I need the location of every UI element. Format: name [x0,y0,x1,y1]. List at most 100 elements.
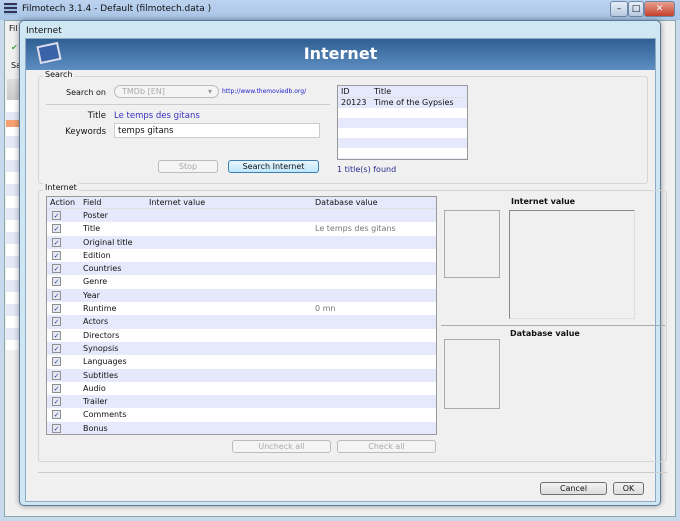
field-row[interactable]: ✓ Runtime 0 mn [47,302,436,315]
field-name: Original title [83,237,133,247]
field-row[interactable]: ✓ Comments [47,408,436,421]
field-row[interactable]: ✓ Bonus [47,421,436,434]
action-checkbox[interactable]: ✓ [52,370,61,380]
internet-value-box [509,210,635,319]
action-checkbox[interactable]: ✓ [52,250,61,260]
ok-button[interactable]: OK [613,482,644,495]
field-row[interactable]: ✓ Original title [47,235,436,249]
col-title[interactable]: Title [374,86,391,98]
field-row[interactable]: ✓ Edition [47,249,436,262]
field-name: Genre [83,277,108,287]
col-internet-value[interactable]: Internet value [149,197,205,209]
action-checkbox[interactable]: ✓ [52,237,61,247]
field-row[interactable]: ✓ Genre [47,275,436,288]
results-header: ID Title [338,86,467,98]
result-id: 20123 [341,98,367,107]
dialog-client: Internet Search Search on TMDb [EN] ▾ htt… [25,38,667,502]
field-row[interactable]: ✓ Countries [47,262,436,276]
action-checkbox[interactable]: ✓ [52,343,61,353]
action-checkbox[interactable]: ✓ [52,290,61,300]
site-link[interactable]: http://www.themoviedb.org/ [222,88,306,95]
selected-row[interactable] [6,120,20,127]
divider [46,104,330,105]
action-checkbox[interactable]: ✓ [52,397,61,407]
field-row[interactable]: ✓ Subtitles [47,368,436,382]
action-checkbox[interactable]: ✓ [52,317,61,327]
field-name: Edition [83,250,111,260]
search-on-value: TMDb [EN] [122,87,165,96]
field-name: Directors [83,330,120,340]
action-checkbox[interactable]: ✓ [52,383,61,393]
search-internet-button[interactable]: Search Internet [228,160,319,173]
action-checkbox[interactable]: ✓ [52,330,61,340]
field-row[interactable]: ✓ Directors [47,329,436,342]
action-checkbox[interactable]: ✓ [52,304,61,314]
result-title: Time of the Gypsies [374,98,454,107]
field-row[interactable]: ✓ Audio [47,382,436,395]
action-checkbox[interactable]: ✓ [52,423,61,433]
minimize-button[interactable]: – [610,1,628,17]
field-name: Countries [83,264,122,274]
uncheck-all-button[interactable]: Uncheck all [232,440,331,453]
internet-dialog: Internet Internet Search Search on TMDb … [19,20,667,506]
result-row[interactable]: 20123 Time of the Gypsies [338,98,467,108]
action-checkbox[interactable]: ✓ [52,264,61,274]
fields-table[interactable]: Action Field Internet value Database val… [46,196,437,435]
col-field[interactable]: Field [83,197,101,209]
divider [441,325,665,326]
keywords-label: Keywords [65,127,106,137]
title-value: Le temps des gitans [114,111,200,121]
database-value: Le temps des gitans [315,224,396,234]
banner-title: Internet [303,44,378,63]
field-row[interactable]: ✓ Languages [47,355,436,368]
main-window-title: Filmotech 3.1.4 - Default (filmotech.dat… [22,4,212,14]
database-poster-box [444,339,500,409]
movie-list[interactable] [6,100,20,350]
cancel-button[interactable]: Cancel [540,482,607,495]
action-checkbox[interactable]: ✓ [52,277,61,287]
action-checkbox[interactable]: ✓ [52,410,61,420]
close-button[interactable]: ✕ [644,1,675,17]
field-name: Title [83,224,101,234]
col-database-value[interactable]: Database value [315,197,378,209]
field-name: Year [83,290,100,300]
results-table[interactable]: ID Title 20123 Time of the Gypsies [337,85,468,160]
field-name: Poster [83,211,108,220]
field-row[interactable]: ✓ Title Le temps des gitans [47,222,436,235]
field-row[interactable]: ✓ Year [47,288,436,303]
field-name: Trailer [83,397,108,407]
field-row[interactable]: ✓ Poster [47,209,436,223]
field-name: Actors [83,317,109,327]
col-action[interactable]: Action [50,197,75,209]
menu-file[interactable]: Fil [9,24,17,33]
main-title-bar: Filmotech 3.1.4 - Default (filmotech.dat… [0,0,680,20]
field-name: Runtime [83,304,117,314]
field-name: Subtitles [83,370,119,380]
banner: Internet [26,39,655,70]
field-name: Comments [83,410,127,420]
field-name: Bonus [83,423,108,433]
field-row[interactable]: ✓ Synopsis [47,341,436,356]
action-checkbox[interactable]: ✓ [52,224,61,234]
app-icon [4,3,17,15]
field-row[interactable]: ✓ Actors [47,315,436,329]
dialog-title: Internet [26,26,62,36]
check-all-button[interactable]: Check all [337,440,436,453]
field-name: Synopsis [83,343,119,353]
chevron-down-icon: ▾ [207,87,212,96]
action-checkbox[interactable]: ✓ [52,357,61,367]
search-on-label: Search on [66,88,106,97]
col-id[interactable]: ID [341,86,350,98]
results-count: 1 title(s) found [337,165,397,174]
field-name: Languages [83,357,127,367]
search-on-select[interactable]: TMDb [EN] ▾ [114,85,219,98]
keywords-input[interactable]: temps gitans [114,123,320,138]
internet-poster-box [444,210,500,278]
fields-header: Action Field Internet value Database val… [47,197,436,209]
title-label: Title [87,111,106,121]
field-row[interactable]: ✓ Trailer [47,395,436,409]
database-value: 0 mn [315,304,336,314]
action-checkbox[interactable]: ✓ [52,211,61,220]
maximize-button[interactable]: □ [628,1,644,17]
stop-button[interactable]: Stop [158,160,218,173]
